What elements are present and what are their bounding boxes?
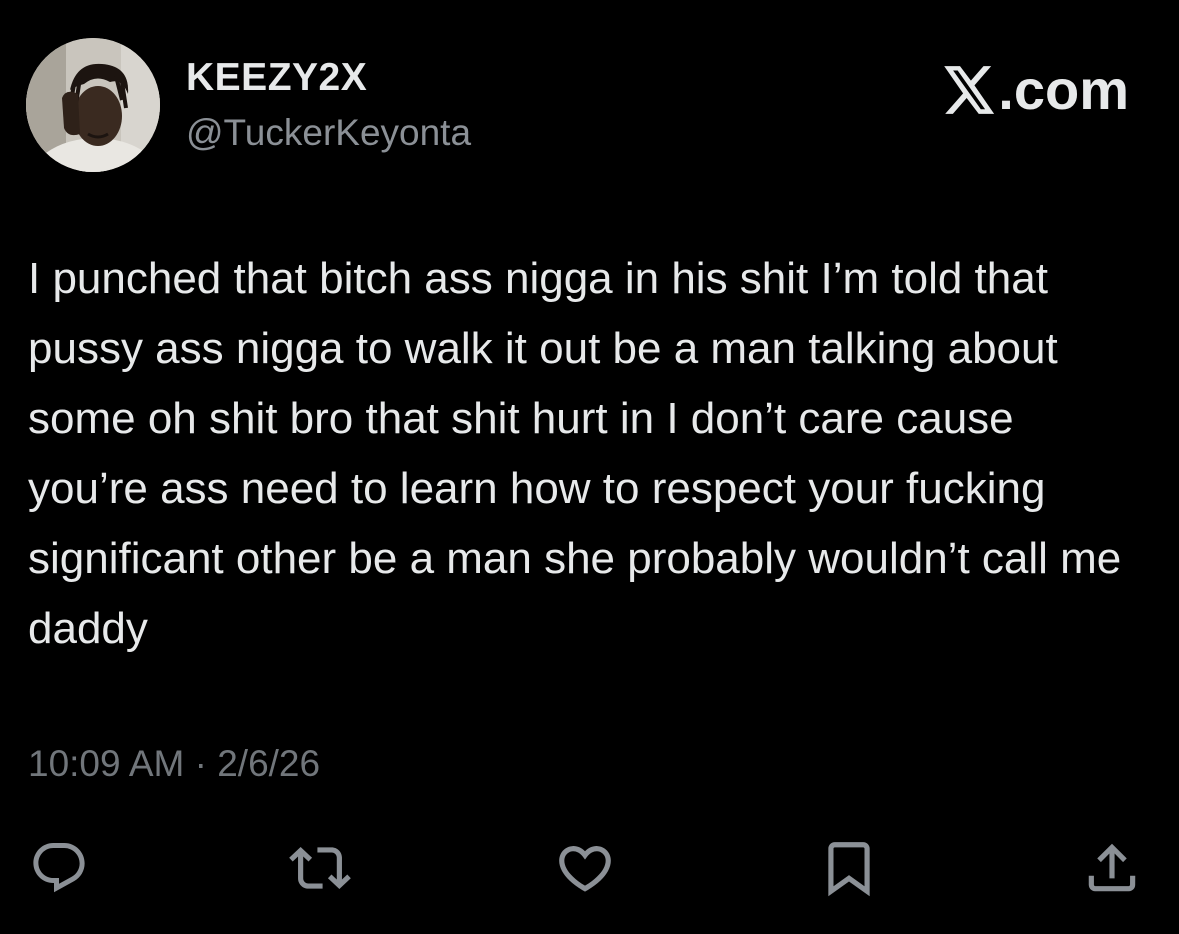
brand-suffix: .com — [998, 58, 1129, 121]
action-bar — [0, 836, 1179, 906]
tweet-card: KEEZY2X @TuckerKeyonta .com I punched th… — [0, 0, 1179, 934]
like-icon — [559, 846, 611, 892]
bookmark-button[interactable] — [817, 836, 881, 900]
avatar-photo — [26, 38, 160, 172]
author-handle[interactable]: @TuckerKeyonta — [186, 114, 471, 151]
bookmark-icon — [828, 842, 870, 897]
retweet-button[interactable] — [288, 836, 352, 900]
like-button[interactable] — [553, 836, 617, 900]
reply-icon — [33, 843, 85, 893]
x-logo-icon — [944, 66, 995, 114]
share-button[interactable] — [1080, 836, 1144, 900]
tweet-text: I punched that bitch ass nigga in his sh… — [28, 254, 1122, 653]
brand-watermark: .com — [944, 62, 1129, 118]
share-icon — [1088, 843, 1136, 892]
avatar[interactable] — [26, 38, 160, 172]
tweet-timestamp[interactable]: 10:09 AM · 2/6/26 — [28, 745, 320, 782]
retweet-icon — [289, 847, 351, 889]
reply-button[interactable] — [27, 836, 91, 900]
author-display-name[interactable]: KEEZY2X — [186, 58, 367, 97]
